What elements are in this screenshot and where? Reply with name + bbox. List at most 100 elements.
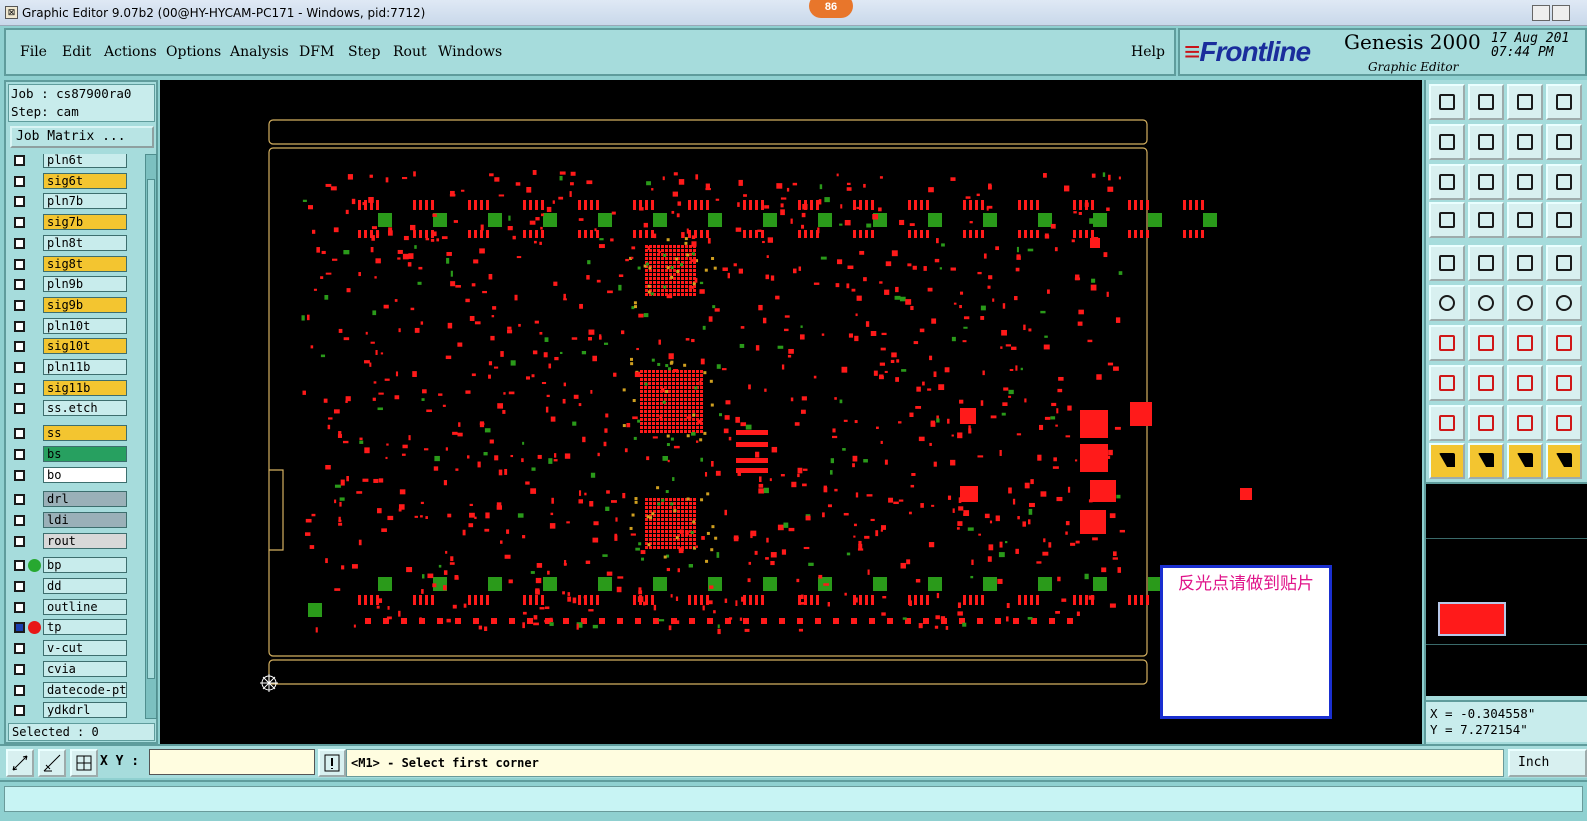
layer-name[interactable]: cvia [43,660,127,677]
layer-row-pln7b[interactable]: pln7b [8,193,144,210]
help-icon[interactable] [1546,124,1582,160]
node-icon[interactable] [1546,285,1582,321]
edit-shape-icon[interactable] [1468,245,1504,281]
layer-name[interactable]: ldi [43,511,127,528]
width-icon[interactable] [1507,365,1543,401]
menu-windows[interactable]: Windows [438,44,502,60]
layer-row-sig7b[interactable]: sig7b [8,214,144,231]
maximize-button[interactable] [1552,5,1570,21]
layer-row-pln11b[interactable]: pln11b [8,359,144,375]
notification-badge[interactable]: 86 [809,0,853,18]
measure-tool-icon[interactable] [38,749,66,777]
layer-row-ss.etch[interactable]: ss.etch [8,400,144,417]
layer-checkbox[interactable] [14,684,25,696]
layer-name[interactable]: rout [43,532,127,549]
layer-row-sig9b[interactable]: sig9b [8,296,144,313]
layer-name[interactable]: bp [43,557,127,574]
step-icon[interactable] [1546,443,1582,479]
layer-name[interactable]: pln6t [43,154,127,168]
grid-tool-icon[interactable] [70,749,98,777]
layer-checkbox[interactable] [14,428,25,440]
arrow-b-icon[interactable] [1507,405,1543,441]
layer-checkbox[interactable] [14,341,25,353]
menu-dfm[interactable]: DFM [299,44,334,60]
layer-scrollbar[interactable] [145,154,157,719]
layer-name[interactable]: bo [43,466,127,483]
layer-checkbox[interactable] [14,705,25,717]
layer-name[interactable]: pln11b [43,359,127,375]
layer-checkbox[interactable] [14,382,25,394]
layer-row-pln10t[interactable]: pln10t [8,317,144,334]
layer-checkbox[interactable] [14,155,25,166]
layer-name[interactable]: sig7b [43,214,127,231]
layer-row-sig8t[interactable]: sig8t [8,255,144,272]
center-icon[interactable] [1468,164,1504,200]
job-matrix-button[interactable]: Job Matrix ... [10,126,154,148]
layer-row-pln6t[interactable]: pln6t [8,154,144,168]
overview-map[interactable] [1426,482,1587,696]
layer-name[interactable]: datecode-pte [43,681,127,698]
layer-name[interactable]: sig9b [43,296,127,313]
layer-name[interactable]: sig11b [43,379,127,396]
zoom-left-icon[interactable] [1429,124,1465,160]
layer-name[interactable]: tp [43,619,127,636]
pointer2-icon[interactable] [1468,443,1504,479]
unit-selector[interactable]: Inch [1508,749,1587,777]
arc-icon[interactable] [1507,325,1543,361]
layer-checkbox[interactable] [14,299,25,311]
layer-checkbox[interactable] [14,403,25,415]
layer-checkbox[interactable] [14,175,25,187]
layer-name[interactable]: pln9b [43,276,127,293]
layer-name[interactable]: dd [43,578,127,594]
line-icon[interactable] [1468,325,1504,361]
layer-row-ldi[interactable]: ldi [8,511,144,528]
grid-icon[interactable] [1468,202,1504,238]
menu-analysis[interactable]: Analysis [230,44,289,60]
layer-name[interactable]: ss [43,425,127,442]
arrow-a-icon[interactable] [1468,405,1504,441]
layer-checkbox[interactable] [14,279,25,291]
layer-row-pln9b[interactable]: pln9b [8,276,144,293]
layer-row-drl[interactable]: drl [8,491,144,508]
layer-name[interactable]: pln8t [43,234,127,251]
layer-name[interactable]: sig8t [43,255,127,272]
layers-icon[interactable] [1507,202,1543,238]
undo-view-icon[interactable] [1507,124,1543,160]
menu-file[interactable]: File [20,44,47,60]
layer-row-bo[interactable]: bo [8,466,144,483]
home-icon[interactable] [1429,84,1465,120]
overview-viewport[interactable] [1438,602,1506,636]
fit-icon[interactable] [1429,164,1465,200]
layer-checkbox[interactable] [14,448,25,460]
dot-icon[interactable] [1546,245,1582,281]
layer-checkbox[interactable] [14,622,25,634]
layer-name[interactable]: drl [43,491,127,508]
layer-row-v-cut[interactable]: v-cut [8,640,144,657]
download-icon[interactable] [1468,84,1504,120]
wall-icon[interactable] [1546,325,1582,361]
scroll-thumb[interactable] [147,179,155,679]
triangle-icon[interactable] [1429,405,1465,441]
layer-row-outline[interactable]: outline [8,598,144,615]
layer-checkbox[interactable] [14,581,25,592]
layer-row-ydkdrl[interactable]: ydkdrl [8,702,144,719]
layer-checkbox[interactable] [14,320,25,332]
zoom-tool-icon[interactable] [6,749,34,777]
house-icon[interactable] [1507,84,1543,120]
move-icon[interactable] [1507,285,1543,321]
layer-checkbox[interactable] [14,217,25,229]
arrow-c-icon[interactable] [1546,405,1582,441]
layer-checkbox[interactable] [14,663,25,675]
layer-name[interactable]: bs [43,445,127,462]
window-icon[interactable] [1546,84,1582,120]
pointer-icon[interactable] [1429,443,1465,479]
pointer3-icon[interactable] [1507,443,1543,479]
layer-name[interactable]: ss.etch [43,400,127,417]
layer-name[interactable]: sig10t [43,338,127,355]
layer-row-cvia[interactable]: cvia [8,660,144,677]
layer-checkbox[interactable] [14,362,25,373]
connect-icon[interactable] [1429,285,1465,321]
menu-step[interactable]: Step [348,44,380,60]
layer-checkbox[interactable] [14,601,25,613]
ruler-icon[interactable] [1507,245,1543,281]
